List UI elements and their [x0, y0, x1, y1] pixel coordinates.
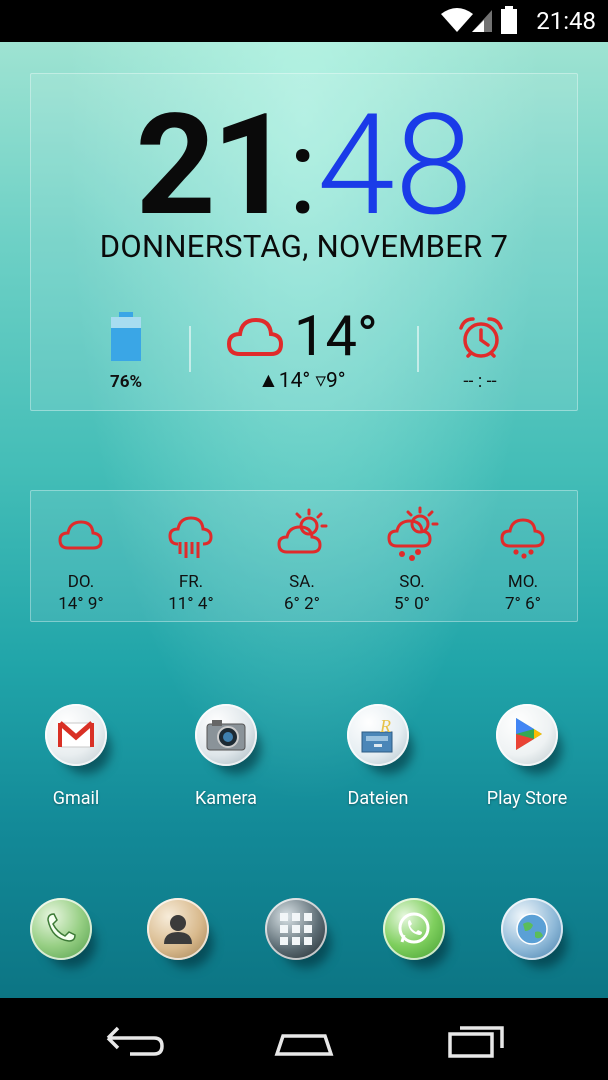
app-label: Kamera — [195, 788, 257, 809]
date-label: DONNERSTAG, NOVEMBER 7 — [99, 228, 509, 265]
status-time: 21:48 — [536, 7, 596, 35]
home-icon[interactable] — [259, 1016, 349, 1066]
cloud-icon — [58, 520, 103, 550]
app-gmail[interactable]: Gmail — [16, 704, 136, 809]
app-kamera[interactable]: Kamera — [166, 704, 286, 809]
clock-hours: 21 — [135, 84, 292, 248]
forecast-day-temps: 6° 2° — [283, 594, 321, 614]
signal-icon — [472, 10, 492, 32]
battery-percent: 76% — [109, 372, 143, 392]
app-play-store[interactable]: Play Store — [467, 704, 587, 809]
forecast-day-name: SA. — [289, 572, 315, 592]
svg-text:R: R — [379, 716, 391, 736]
alarm-time: -- : -- — [463, 371, 497, 392]
clock-minutes: 48 — [317, 84, 473, 248]
file-manager-icon: R — [347, 704, 409, 766]
status-bar[interactable]: 21:48 — [0, 0, 608, 42]
divider — [417, 326, 419, 372]
clock-separator: : — [288, 103, 318, 243]
play-store-icon — [496, 704, 558, 766]
forecast-day[interactable]: FR. 11° 4° — [141, 506, 241, 614]
forecast-day-name: DO. — [67, 572, 95, 592]
forecast-day-temps: 7° 6° — [504, 594, 542, 614]
forecast-day[interactable]: MO. 7° 6° — [473, 506, 573, 614]
battery-level-icon[interactable] — [108, 312, 144, 364]
browser-globe-icon[interactable] — [501, 898, 563, 960]
contacts-icon[interactable] — [147, 898, 209, 960]
app-label: Gmail — [52, 788, 100, 809]
app-dateien[interactable]: R Dateien — [318, 704, 438, 809]
wifi-icon — [441, 8, 473, 32]
forecast-day-name: FR. — [178, 572, 204, 592]
gmail-icon — [45, 704, 107, 766]
navigation-bar — [0, 998, 608, 1080]
camera-icon — [195, 704, 257, 766]
back-icon[interactable] — [90, 1016, 180, 1066]
forecast-day[interactable]: SA. 6° 2° — [252, 506, 352, 614]
clock-time[interactable]: 21:48 — [0, 96, 608, 243]
forecast-day-temps: 11° 4° — [168, 594, 214, 614]
forecast-day-temps: 5° 0° — [393, 594, 431, 614]
forecast-day-name: MO. — [507, 572, 539, 592]
divider — [189, 326, 191, 372]
whatsapp-icon[interactable] — [383, 898, 445, 960]
battery-icon — [501, 6, 517, 34]
sun-cloud-rain-icon — [387, 506, 439, 561]
cloud-icon[interactable] — [226, 314, 284, 358]
alarm-clock-icon[interactable] — [458, 316, 504, 360]
recents-icon[interactable] — [430, 1016, 520, 1066]
sun-cloud-icon — [277, 508, 328, 554]
forecast-day[interactable]: DO. 14° 9° — [31, 506, 131, 614]
current-temperature: 14° — [294, 303, 378, 369]
phone-icon[interactable] — [30, 898, 92, 960]
high-low-temperature: ▲14° ▿9° — [258, 369, 346, 393]
app-label: Dateien — [347, 788, 409, 809]
cloud-rain-icon — [168, 516, 213, 558]
forecast-day-name: SO. — [399, 572, 425, 592]
forecast-day-temps: 14° 9° — [58, 594, 104, 614]
app-drawer-icon[interactable] — [265, 898, 327, 960]
cloud-drizzle-icon — [500, 518, 545, 559]
forecast-day[interactable]: SO. 5° 0° — [362, 506, 462, 614]
app-label: Play Store — [486, 788, 568, 809]
